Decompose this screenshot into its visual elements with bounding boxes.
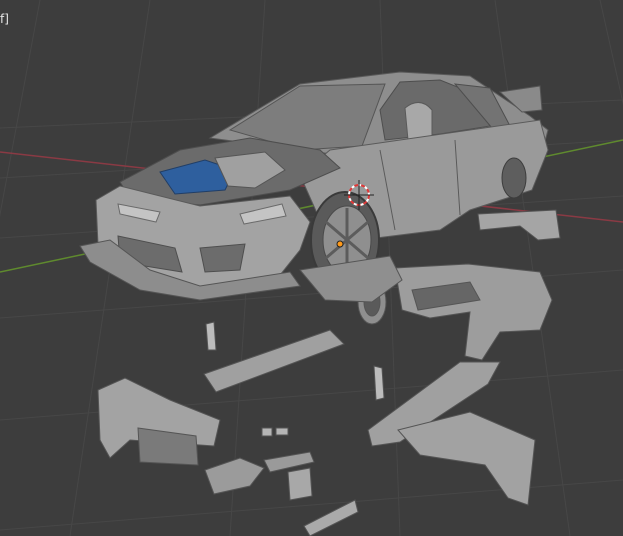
object-origin-icon xyxy=(336,240,344,248)
viewport-overlay-text: f] xyxy=(0,12,9,26)
3d-viewport[interactable]: f] xyxy=(0,0,623,536)
viewport-canvas[interactable] xyxy=(0,0,623,536)
